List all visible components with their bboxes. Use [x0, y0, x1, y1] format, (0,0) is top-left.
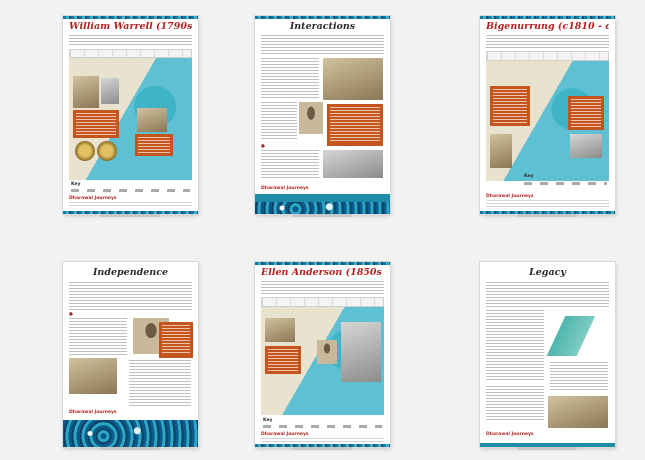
historic-photo — [73, 76, 99, 108]
document-photo — [101, 78, 119, 104]
sketch-image — [323, 58, 383, 100]
map-key-legend — [71, 189, 190, 192]
orange-text-box — [568, 96, 604, 130]
body-text-left — [261, 102, 297, 140]
historic-photo — [265, 318, 295, 342]
body-text-left — [486, 310, 544, 382]
orange-text-box — [327, 104, 383, 146]
body-text-left — [69, 318, 127, 356]
dot-border-top — [255, 262, 390, 265]
banner-bigenurrung[interactable]: Bigenurrung (c1810 - c1889) Key Dharawal… — [480, 16, 615, 214]
banner-gallery: William Warrell (1790s - 1863) Key Dhara… — [0, 0, 645, 460]
body-text-right — [550, 362, 608, 392]
banner-ellen-anderson[interactable]: Ellen Anderson (1850s - 1931) Key Dharaw… — [255, 262, 390, 447]
timeline-table — [486, 51, 609, 61]
historic-photo — [548, 396, 608, 428]
orange-text-box — [265, 346, 301, 374]
group-photo — [69, 358, 117, 394]
banner-stand-foot — [292, 447, 352, 450]
portrait-photo — [299, 102, 323, 134]
footer-title: Dharawal Journeys — [486, 194, 534, 199]
banner-stand-foot — [517, 447, 577, 450]
banner-stand-foot — [100, 447, 160, 450]
banner-legacy[interactable]: Legacy Dharawal Journeys — [480, 262, 615, 447]
map-key-legend — [263, 425, 382, 428]
banner-title: Bigenurrung (c1810 - c1889) — [486, 21, 609, 32]
historic-photo — [137, 108, 167, 132]
newspaper-clipping — [341, 322, 381, 382]
aboriginal-dot-art — [255, 202, 390, 214]
banner-title: Ellen Anderson (1850s - 1931) — [261, 267, 384, 278]
section-heading: ● — [261, 144, 265, 149]
orange-text-box — [73, 110, 119, 138]
orange-text-box — [490, 86, 530, 126]
dot-border-top — [255, 16, 390, 19]
footer-title: Dharawal Journeys — [486, 432, 534, 437]
dot-border-top — [480, 16, 615, 19]
section-heading: ● — [69, 312, 73, 317]
banner-stand-foot — [517, 214, 577, 217]
intro-text — [69, 35, 192, 47]
banner-interactions[interactable]: Interactions ● Dharawal Journeys — [255, 16, 390, 214]
portrait-photo — [317, 340, 337, 364]
footer-credits — [486, 200, 609, 208]
intro-text — [261, 35, 384, 55]
banner-title: William Warrell (1790s - 1863) — [69, 21, 192, 32]
orange-text-box — [135, 134, 173, 156]
body-text-left — [486, 386, 544, 422]
body-text-left — [261, 58, 319, 100]
banner-title: Legacy — [529, 267, 566, 278]
dot-border-top — [63, 16, 198, 19]
intro-text — [486, 35, 609, 49]
banner-title: Interactions — [289, 21, 356, 32]
intro-text — [486, 282, 609, 308]
footer-title: Dharawal Journeys — [69, 196, 117, 201]
footer-title: Dharawal Journeys — [261, 432, 309, 437]
banner-title: Independence — [92, 267, 169, 278]
document-photo — [323, 150, 383, 178]
intro-text — [261, 281, 384, 295]
medal-image — [97, 141, 117, 161]
orange-text-box — [159, 322, 193, 358]
footer-credits — [69, 202, 192, 208]
medal-image — [75, 141, 95, 161]
map-key-label: Key — [263, 418, 273, 423]
footer-title: Dharawal Journeys — [261, 186, 309, 191]
banner-stand-foot — [100, 214, 160, 217]
footer-title: Dharawal Journeys — [69, 410, 117, 415]
aboriginal-dot-art — [63, 420, 198, 447]
historic-photo — [490, 134, 512, 168]
banner-independence[interactable]: Independence ● Dharawal Journeys — [63, 262, 198, 447]
coastline-graphic — [546, 316, 596, 356]
body-text-right — [129, 360, 191, 406]
banner-stand-foot — [292, 214, 352, 217]
map-key-label: Key — [71, 182, 81, 187]
footer-credits — [261, 438, 384, 443]
teal-band — [255, 194, 390, 202]
body-text-left — [261, 150, 319, 180]
banner-william-warrell[interactable]: William Warrell (1790s - 1863) Key Dhara… — [63, 16, 198, 214]
timeline-table — [69, 49, 192, 58]
timeline-table — [261, 297, 384, 307]
historic-photo — [570, 134, 602, 158]
map-key-label: Key — [524, 174, 534, 179]
map-key-legend — [524, 182, 607, 185]
intro-text — [69, 282, 192, 310]
